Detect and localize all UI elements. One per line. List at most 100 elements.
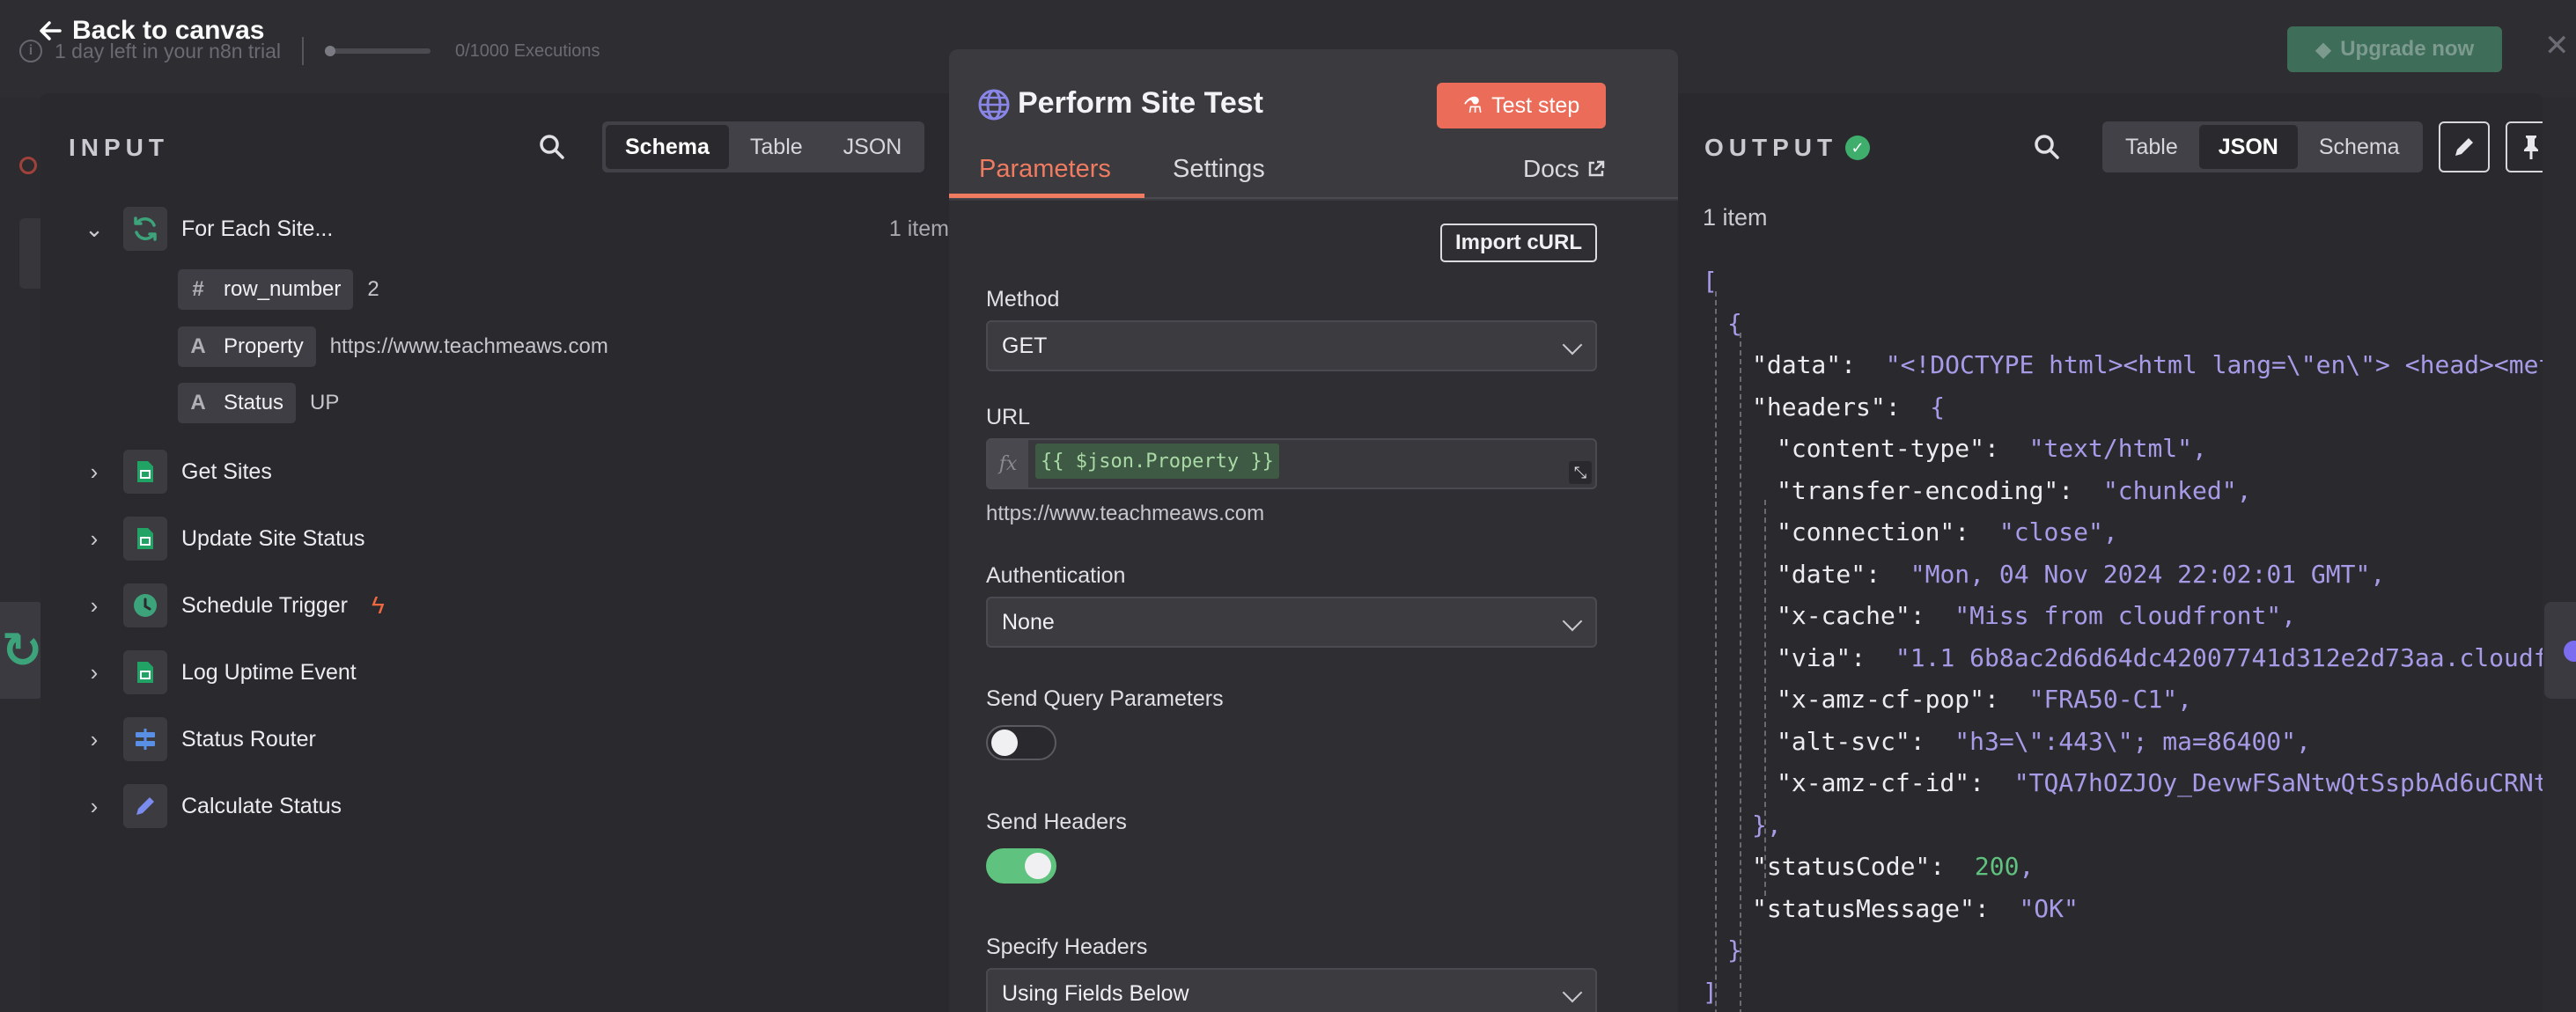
send-query-toggle[interactable] xyxy=(986,725,1056,760)
output-view-json[interactable]: JSON xyxy=(2198,125,2298,169)
json-key[interactable]: "x-cache" xyxy=(1777,601,1910,630)
json-value[interactable]: "1.1 6b8ac2d6d64dc42007741d312e2d73aa.cl… xyxy=(1895,643,2543,672)
docs-link[interactable]: Docs xyxy=(1523,155,1606,183)
json-value[interactable]: "chunked" xyxy=(2103,476,2237,505)
send-headers-toggle[interactable] xyxy=(986,848,1056,884)
chevron-right-icon[interactable]: › xyxy=(83,659,106,686)
json-key[interactable]: "headers" xyxy=(1752,392,1886,422)
json-key[interactable]: "statusMessage" xyxy=(1752,894,1975,923)
json-colon: : xyxy=(1851,642,1895,672)
json-comma: , xyxy=(2236,475,2252,505)
test-step-button[interactable]: ⚗ Test step xyxy=(1437,83,1606,128)
node-title[interactable]: Perform Site Test xyxy=(1018,86,1263,121)
json-value[interactable]: 200 xyxy=(1975,852,2020,881)
url-expression[interactable]: {{ $json.Property }} xyxy=(1035,444,1279,479)
tree-node-get-sites[interactable]: › Get Sites xyxy=(40,445,949,498)
input-view-json[interactable]: JSON xyxy=(824,125,922,169)
method-select[interactable]: GET xyxy=(986,320,1597,371)
json-line: "headers": { xyxy=(1703,386,2543,429)
json-key[interactable]: "content-type" xyxy=(1777,434,1984,463)
json-line: "date": "Mon, 04 Nov 2024 22:02:01 GMT", xyxy=(1703,554,2543,596)
json-value[interactable]: "text/html" xyxy=(2029,434,2192,463)
json-colon: : xyxy=(1910,726,1955,756)
json-value[interactable]: "FRA50-C1" xyxy=(2029,685,2178,714)
back-to-canvas-link[interactable]: Back to canvas xyxy=(39,16,264,46)
node-label: Update Site Status xyxy=(181,525,365,551)
field-chip[interactable]: # row_number xyxy=(178,269,354,310)
tree-node-calculate-status[interactable]: › Calculate Status xyxy=(40,780,949,832)
pin-output-button[interactable] xyxy=(2506,121,2543,172)
chevron-right-icon[interactable]: › xyxy=(83,525,106,552)
tree-node-update-site-status[interactable]: › Update Site Status xyxy=(40,512,949,565)
authentication-label: Authentication xyxy=(986,563,1126,588)
json-viewer[interactable]: [{"data": "<!DOCTYPE html><html lang=\"e… xyxy=(1703,260,2543,1012)
field-chip[interactable]: A Property xyxy=(178,326,316,367)
json-colon: : xyxy=(1910,601,1955,630)
close-icon[interactable]: ✕ xyxy=(2544,28,2570,63)
output-view-switcher: Table JSON Schema xyxy=(2102,121,2423,172)
input-title: INPUT xyxy=(69,134,169,161)
json-comma: , xyxy=(2177,685,2193,714)
json-line: }, xyxy=(1703,804,2543,847)
chevron-right-icon[interactable]: › xyxy=(83,458,106,485)
upgrade-button[interactable]: ◆ Upgrade now xyxy=(2287,26,2502,72)
tree-node-for-each-site[interactable]: ⌄ For Each Site... 1 item xyxy=(40,202,949,255)
loop-icon: ↻ xyxy=(1,622,43,678)
json-line: "via": "1.1 6b8ac2d6d64dc42007741d312e2d… xyxy=(1703,637,2543,679)
json-comma: , xyxy=(2102,517,2118,546)
json-line: "alt-svc": "h3=\":443\"; ma=86400", xyxy=(1703,721,2543,763)
url-field[interactable]: fx {{ $json.Property }} ⤡ xyxy=(986,438,1597,489)
output-view-table[interactable]: Table xyxy=(2106,125,2197,169)
json-key[interactable]: "transfer-encoding" xyxy=(1777,476,2058,505)
field-chip[interactable]: A Status xyxy=(178,383,297,423)
field-name: row_number xyxy=(224,277,342,301)
chevron-down-icon[interactable]: ⌄ xyxy=(83,216,106,242)
input-view-table[interactable]: Table xyxy=(731,125,822,169)
json-line: "data": "<!DOCTYPE html><html lang=\"en\… xyxy=(1703,344,2543,386)
specify-headers-select[interactable]: Using Fields Below xyxy=(986,968,1597,1012)
tab-settings[interactable]: Settings xyxy=(1173,155,1265,184)
tree-node-log-uptime-event[interactable]: › Log Uptime Event xyxy=(40,646,949,699)
chevron-right-icon[interactable]: › xyxy=(83,726,106,752)
authentication-select[interactable]: None xyxy=(986,597,1597,648)
json-value[interactable]: "<!DOCTYPE html><html lang=\"en\"> <head… xyxy=(1886,350,2543,379)
import-curl-button[interactable]: Import cURL xyxy=(1440,224,1597,262)
json-bracket: }, xyxy=(1752,810,1782,840)
url-label: URL xyxy=(986,405,1031,429)
json-key[interactable]: "x-amz-cf-pop" xyxy=(1777,685,1984,714)
chevron-right-icon[interactable]: › xyxy=(83,793,106,819)
success-check-icon: ✓ xyxy=(1845,136,1870,160)
json-value[interactable]: "h3=\":443\"; ma=86400" xyxy=(1954,727,2296,756)
chevron-right-icon[interactable]: › xyxy=(83,592,106,619)
send-query-label: Send Query Parameters xyxy=(986,686,1224,711)
json-key[interactable]: "connection" xyxy=(1777,517,1954,546)
json-value[interactable]: "Mon, 04 Nov 2024 22:02:01 GMT" xyxy=(1910,560,2371,589)
globe-icon xyxy=(978,89,1010,121)
parameters-body: Import cURL Method GET URL fx {{ $json.P… xyxy=(949,201,1678,1012)
json-value[interactable]: "Miss from cloudfront" xyxy=(1954,601,2281,630)
json-value[interactable]: "close" xyxy=(1999,517,2103,546)
json-key[interactable]: "statusCode" xyxy=(1752,852,1930,881)
edit-output-button[interactable] xyxy=(2439,121,2490,172)
json-key[interactable]: "x-amz-cf-id" xyxy=(1777,768,1969,797)
input-view-schema[interactable]: Schema xyxy=(606,125,729,169)
previous-node-handle[interactable]: ↻ xyxy=(0,602,44,699)
node-label: Calculate Status xyxy=(181,793,342,818)
search-icon[interactable] xyxy=(539,134,565,160)
search-icon[interactable] xyxy=(2034,134,2060,160)
tab-parameters[interactable]: Parameters xyxy=(979,155,1111,184)
output-view-schema[interactable]: Schema xyxy=(2300,125,2419,169)
json-key[interactable]: "alt-svc" xyxy=(1777,727,1910,756)
json-value[interactable]: "TQA7hOZJOy_DevwFSaNtwQtSspbAd6uCRNtATx xyxy=(2014,768,2543,797)
authentication-value: None xyxy=(1002,609,1055,634)
json-key[interactable]: "date" xyxy=(1777,560,1866,589)
next-node-handle[interactable] xyxy=(2544,602,2576,699)
json-key[interactable]: "via" xyxy=(1777,643,1851,672)
json-value[interactable]: "OK" xyxy=(2019,894,2078,923)
tree-node-schedule-trigger[interactable]: › Schedule Trigger ϟ xyxy=(40,579,949,632)
json-line: ] xyxy=(1703,972,2543,1012)
tree-node-status-router[interactable]: › Status Router xyxy=(40,713,949,766)
pin-icon xyxy=(2524,136,2538,159)
json-key[interactable]: "data" xyxy=(1752,350,1841,379)
expand-editor-icon[interactable]: ⤡ xyxy=(1569,461,1592,484)
